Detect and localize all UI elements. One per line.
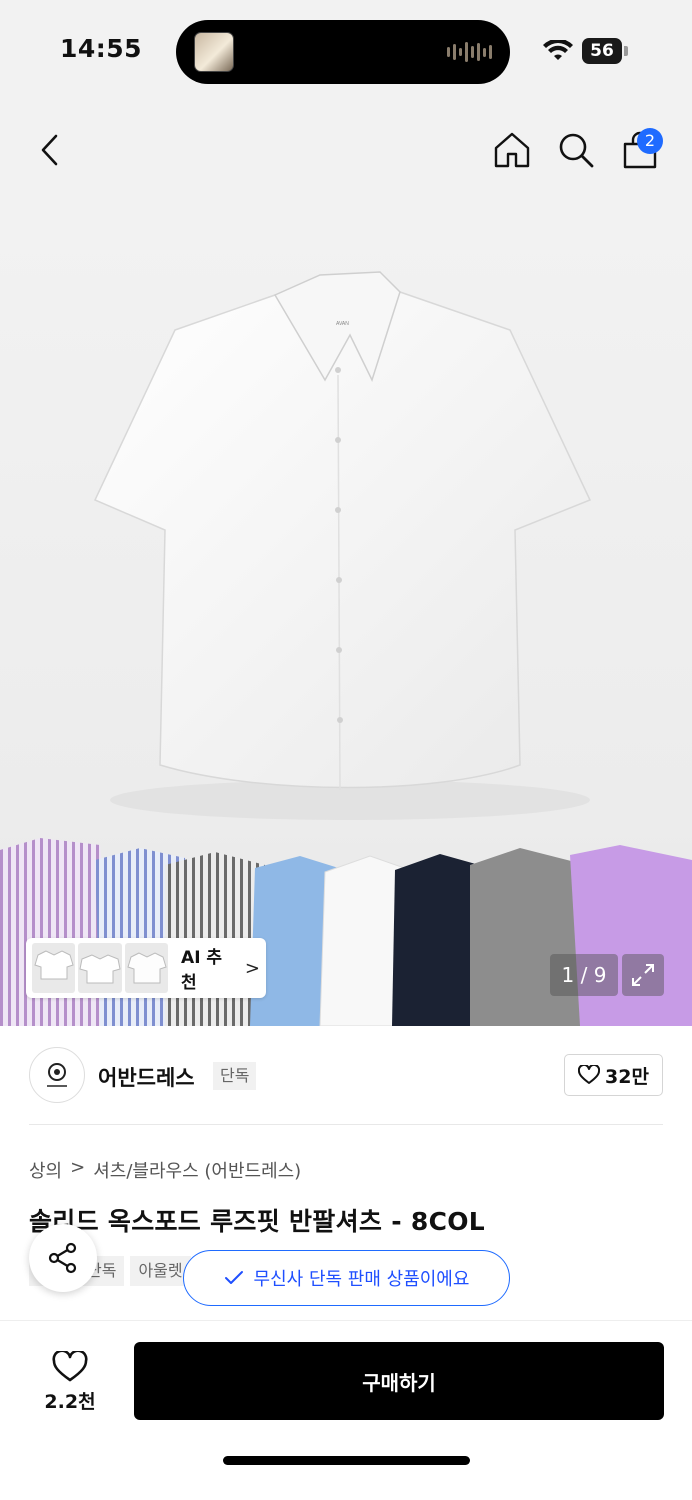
toast-text: 무신사 단독 판매 상품이에요 — [253, 1269, 470, 1290]
ai-thumbnail-1 — [32, 943, 76, 993]
ai-recommend-button[interactable]: AI 추천 > — [26, 938, 266, 998]
chevron-right-icon: > — [244, 957, 260, 979]
image-page-counter: 1 / 9 — [550, 954, 618, 996]
exclusive-toast: 무신사 단독 판매 상품이에요 — [183, 1250, 510, 1306]
battery-cap — [624, 46, 628, 56]
breadcrumb-separator: > — [70, 1157, 86, 1178]
ai-thumbnail-3 — [124, 943, 169, 993]
brand-like-count: 32만 — [605, 1065, 649, 1088]
chevron-left-icon — [41, 134, 58, 166]
heart-icon — [52, 1350, 88, 1381]
wishlist-count: 2.2천 — [44, 1390, 96, 1413]
bottom-action-bar: 2.2천 구매하기 — [0, 1320, 692, 1500]
breadcrumb: 상의 > 셔츠/블라우스 (어반드레스) — [29, 1157, 301, 1183]
brand-row: 어반드레스 단독 32만 — [0, 1026, 692, 1126]
product-image-carousel[interactable]: AVAN AI 추천 > 1 / 9 — [0, 200, 692, 1026]
search-button[interactable] — [552, 126, 600, 174]
now-playing-thumbnail — [194, 32, 234, 72]
status-bar: 14:55 56 — [0, 0, 692, 100]
home-icon — [494, 132, 530, 168]
home-button[interactable] — [488, 126, 536, 174]
brand-emblem-icon — [47, 1063, 67, 1087]
brand-like-button[interactable]: 32만 — [564, 1054, 663, 1096]
expand-icon — [632, 964, 654, 986]
expand-image-button[interactable] — [622, 954, 664, 996]
svg-text:AVAN: AVAN — [336, 321, 349, 327]
tag-outlet: 아울렛 — [130, 1256, 191, 1286]
audio-wave-icon — [447, 42, 492, 62]
heart-icon — [578, 1065, 601, 1084]
ai-thumbnail-2 — [78, 943, 122, 993]
product-title: 솔리드 옥스포드 루즈핏 반팔셔츠 - 8COL — [29, 1207, 486, 1236]
wishlist-button[interactable]: 2.2천 — [30, 1345, 110, 1419]
back-button[interactable] — [26, 126, 74, 174]
share-icon — [48, 1242, 77, 1274]
breadcrumb-category[interactable]: 상의 — [29, 1157, 62, 1183]
brand-name[interactable]: 어반드레스 — [98, 1062, 195, 1092]
status-time: 14:55 — [60, 34, 143, 63]
top-nav — [0, 100, 692, 200]
search-icon — [559, 133, 594, 168]
brand-logo[interactable] — [29, 1047, 85, 1103]
dynamic-island[interactable] — [176, 20, 510, 84]
buy-button[interactable]: 구매하기 — [134, 1342, 664, 1420]
cart-count-badge: 2 — [637, 128, 663, 154]
share-button[interactable] — [29, 1224, 97, 1292]
divider — [29, 1124, 663, 1125]
wifi-icon — [543, 40, 573, 60]
battery-indicator: 56 — [582, 38, 622, 64]
breadcrumb-subcategory[interactable]: 셔츠/블라우스 (어반드레스) — [93, 1157, 301, 1183]
home-indicator — [223, 1456, 470, 1465]
brand-exclusive-tag: 단독 — [213, 1062, 257, 1090]
ai-recommend-label: AI 추천 — [181, 948, 223, 993]
check-icon — [224, 1271, 243, 1284]
